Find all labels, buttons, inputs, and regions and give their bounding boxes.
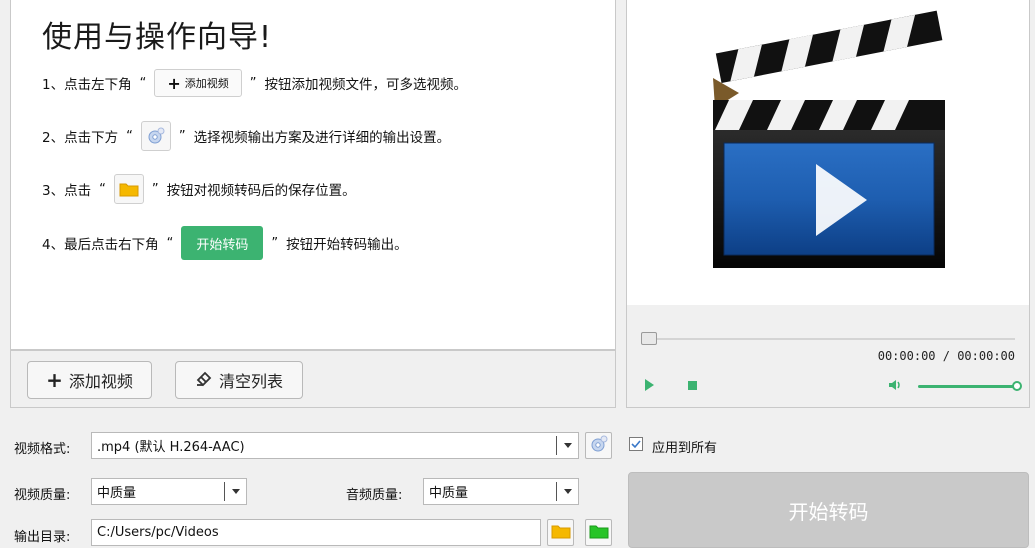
folder-icon (551, 523, 571, 543)
open-folder-button[interactable] (585, 519, 612, 546)
volume-slider[interactable] (918, 385, 1016, 388)
time-display: 00:00:00 / 00:00:00 (877, 349, 1015, 363)
format-label: 视频格式: (14, 442, 71, 457)
clapperboard-icon (713, 10, 945, 268)
player-controls: 00:00:00 / 00:00:00 (627, 305, 1029, 407)
gear-film-icon (140, 121, 171, 151)
step-text: 2、点击下方 (42, 130, 119, 146)
step-text: 按钮对视频转码后的保存位置。 (166, 183, 356, 199)
plus-icon: + (167, 73, 181, 93)
step-text: 1、点击左下角 (42, 77, 132, 93)
seek-handle[interactable] (641, 332, 657, 345)
play-button[interactable] (645, 379, 654, 391)
file-toolbar: + 添加视频 清空列表 (10, 350, 616, 408)
browse-folder-button[interactable] (547, 519, 574, 546)
step-text: 按钮添加视频文件，可多选视频。 (264, 77, 468, 93)
step-text: 4、最后点击右下角 (42, 237, 159, 253)
video-preview-panel: 00:00:00 / 00:00:00 (626, 0, 1030, 408)
add-video-button[interactable]: + 添加视频 (27, 361, 152, 399)
chevron-down-icon (556, 482, 578, 501)
step-text: 3、点击 (42, 183, 92, 199)
speaker-icon[interactable] (887, 377, 903, 397)
clear-list-button[interactable]: 清空列表 (175, 361, 303, 399)
guide-start-sample: 开始转码 (181, 226, 264, 260)
folder-open-icon (589, 523, 609, 543)
output-dir-label: 输出目录: (14, 530, 71, 545)
guide-step-3: 3、点击 “ ” 按钮对视频转码后的保存位置。 (42, 171, 356, 207)
gear-film-icon (589, 434, 609, 458)
output-dir-input[interactable]: C:/Users/pc/Videos (91, 519, 541, 546)
plus-icon: + (46, 368, 63, 392)
apply-all-checkbox[interactable] (629, 437, 643, 451)
video-area (627, 0, 1029, 305)
audio-quality-label: 音频质量: (346, 488, 403, 503)
guide-step-4: 4、最后点击右下角 “ 开始转码 ” 按钮开始转码输出。 (42, 225, 408, 261)
eraser-icon (195, 369, 213, 391)
apply-all-label: 应用到所有 (652, 441, 718, 456)
video-quality-label: 视频质量: (14, 488, 71, 503)
guide-step-2: 2、点击下方 “ ” 选择视频输出方案及进行详细的输出设置。 (42, 118, 450, 154)
check-icon (631, 440, 641, 449)
guide-step-1: 1、点击左下角 “ + 添加视频 ” 按钮添加视频文件，可多选视频。 (42, 65, 467, 101)
guide-add-video-sample: + 添加视频 (154, 69, 242, 97)
volume-handle[interactable] (1012, 381, 1022, 391)
video-quality-select[interactable]: 中质量 (91, 478, 247, 505)
step-text: 按钮开始转码输出。 (286, 237, 408, 253)
stop-button[interactable] (688, 381, 697, 390)
step-text: 选择视频输出方案及进行详细的输出设置。 (193, 130, 451, 146)
guide-panel: 使用与操作向导! 1、点击左下角 “ + 添加视频 ” 按钮添加视频文件，可多选… (10, 0, 616, 350)
seek-bar[interactable] (657, 338, 1015, 340)
chevron-down-icon (224, 482, 246, 501)
audio-quality-select[interactable]: 中质量 (423, 478, 579, 505)
chevron-down-icon (556, 436, 578, 455)
format-settings-button[interactable] (585, 432, 612, 459)
start-convert-button[interactable]: 开始转码 (628, 472, 1029, 548)
format-select[interactable]: .mp4 (默认 H.264-AAC) (91, 432, 579, 459)
guide-title: 使用与操作向导! (42, 20, 273, 55)
folder-icon (113, 174, 144, 204)
